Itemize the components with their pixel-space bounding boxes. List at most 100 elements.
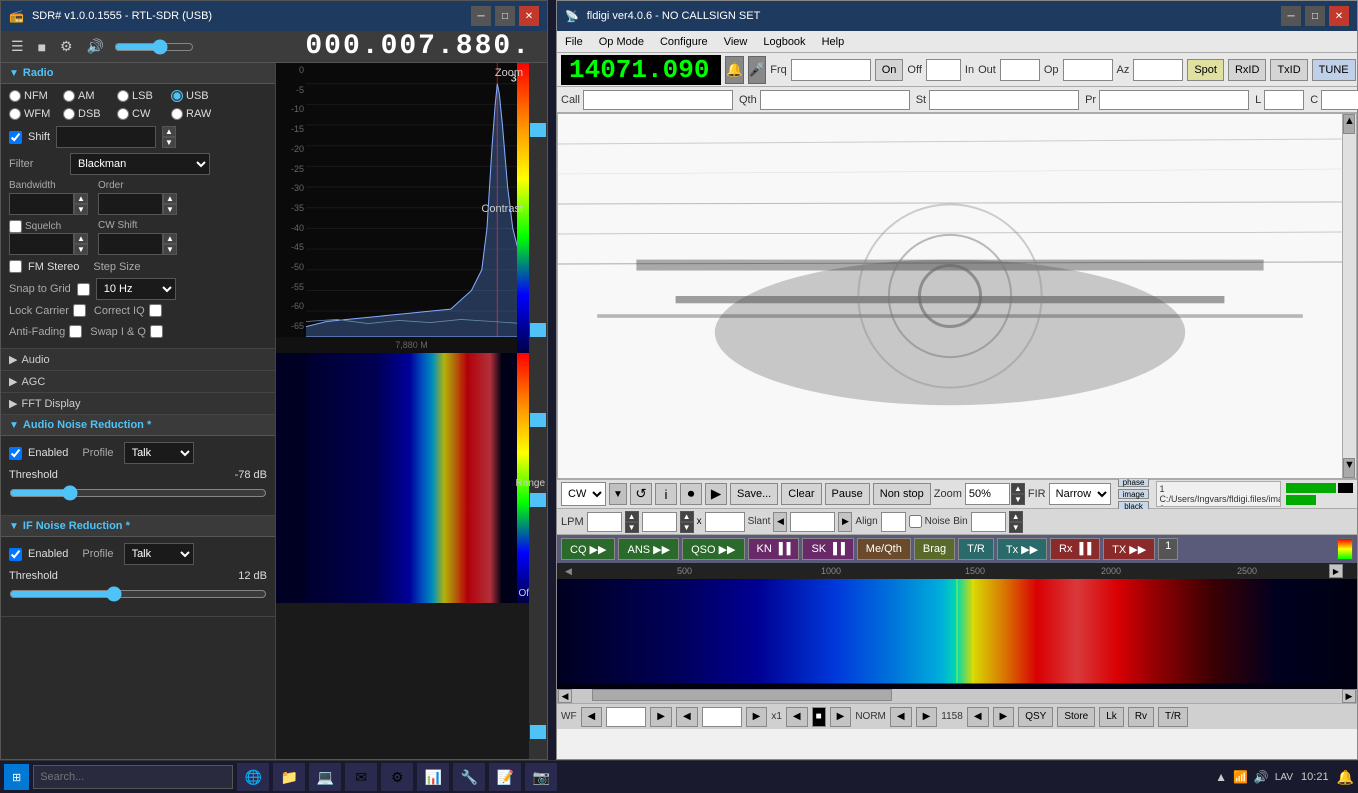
shift-label[interactable]: Shift <box>28 131 50 143</box>
record-button[interactable]: ⏺ <box>680 483 702 505</box>
audio-section[interactable]: ▶ Audio <box>1 349 275 371</box>
taskbar-email-icon[interactable]: ✉ <box>345 763 377 791</box>
sdr-right-scrollbar[interactable] <box>529 63 547 759</box>
mode-lsb-radio[interactable] <box>117 90 129 102</box>
shift-up-button[interactable]: ▲ <box>162 126 176 137</box>
brag-button[interactable]: Brag <box>914 538 955 560</box>
qso-button[interactable]: QSO ▶▶ <box>682 538 744 560</box>
store-button[interactable]: Store <box>1057 707 1095 727</box>
prev-norm-button[interactable]: ◀ <box>890 707 912 727</box>
notification-button[interactable]: 🔔 <box>1337 769 1354 786</box>
menu-file[interactable]: File <box>557 34 591 50</box>
lpm-down[interactable]: ▼ <box>625 522 639 533</box>
bin-up[interactable]: ▲ <box>1009 511 1023 522</box>
lpm-v2-down[interactable]: ▼ <box>680 522 694 533</box>
mode-dsb[interactable]: DSB <box>63 108 113 120</box>
spot-button[interactable]: Spot <box>1187 59 1224 81</box>
mode-raw-radio[interactable] <box>171 108 183 120</box>
lpm-v2-up[interactable]: ▲ <box>680 511 694 522</box>
mode-cw-radio[interactable] <box>117 108 129 120</box>
kn-button[interactable]: KN ▐▐ <box>748 538 800 560</box>
rx-scroll-up[interactable]: ▲ <box>1343 114 1355 134</box>
off-input[interactable]: 0721 <box>926 59 961 81</box>
cq-button[interactable]: CQ ▶▶ <box>561 538 615 560</box>
lpm-v2-input[interactable]: 432 <box>642 512 677 532</box>
slant-left[interactable]: ◀ <box>773 512 787 532</box>
if-noise-enabled-label[interactable]: Enabled <box>28 548 68 560</box>
sdr-maximize-button[interactable]: □ <box>495 6 515 26</box>
fldigi-close-button[interactable]: ✕ <box>1329 6 1349 26</box>
info-button[interactable]: i <box>655 483 677 505</box>
az-input[interactable] <box>1133 59 1183 81</box>
wf-next2-button[interactable]: ▶ <box>746 707 768 727</box>
zoom-up[interactable]: ▲ <box>1011 483 1025 494</box>
meqth-button[interactable]: Me/Qth <box>857 538 911 560</box>
if-noise-header[interactable]: ▼ IF Noise Reduction * <box>1 516 275 537</box>
bandwidth-input[interactable]: 2220 <box>9 193 74 215</box>
scroll-thumb[interactable] <box>592 689 892 701</box>
rv-button[interactable]: Rv <box>1128 707 1154 727</box>
snap-select[interactable]: 10 Hz <box>96 278 176 300</box>
qsy-button[interactable]: QSY <box>1018 707 1053 727</box>
volume-icon[interactable]: 🔊 <box>83 36 108 57</box>
if-noise-enabled-checkbox[interactable] <box>9 548 22 561</box>
wf-val2-input[interactable]: 27 <box>702 707 742 727</box>
mode-am-radio[interactable] <box>63 90 75 102</box>
if-noise-profile-select[interactable]: Talk <box>124 543 194 565</box>
out-input[interactable] <box>1000 59 1040 81</box>
squelch-checkbox[interactable] <box>9 220 22 233</box>
mode-cw[interactable]: CW <box>117 108 167 120</box>
agc-section[interactable]: ▶ AGC <box>1 371 275 393</box>
stop-icon[interactable]: ■ <box>34 37 50 57</box>
mode-wfm-label[interactable]: WFM <box>24 108 50 120</box>
audio-noise-profile-select[interactable]: Talk <box>124 442 194 464</box>
tr-button[interactable]: T/R <box>958 538 994 560</box>
mode-nfm[interactable]: NFM <box>9 90 59 102</box>
lk-button[interactable]: Lk <box>1099 707 1124 727</box>
fft-section[interactable]: ▶ FFT Display <box>1 393 275 415</box>
refresh-button[interactable]: ↺ <box>630 483 652 505</box>
next-norm-button[interactable]: ▶ <box>916 707 938 727</box>
mode-nfm-label[interactable]: NFM <box>24 90 48 102</box>
shift-input[interactable]: -99 991 950 <box>56 126 156 148</box>
on-button[interactable]: On <box>875 59 904 81</box>
taskbar-extra3-icon[interactable]: 📝 <box>489 763 521 791</box>
taskbar-settings-icon[interactable]: ⚙ <box>381 763 413 791</box>
slant-input[interactable]: 0.000 <box>790 512 835 532</box>
mode-cw-label[interactable]: CW <box>132 108 150 120</box>
correct-iq-checkbox[interactable] <box>149 304 162 317</box>
squelch-up-button[interactable]: ▲ <box>74 233 88 244</box>
taskbar-extra4-icon[interactable]: 📷 <box>525 763 557 791</box>
sk-button[interactable]: SK ▐▐ <box>802 538 853 560</box>
nonstop-button[interactable]: Non stop <box>873 483 931 505</box>
tx-btn-button[interactable]: Tx ▶▶ <box>997 538 1047 560</box>
fm-stereo-checkbox[interactable] <box>9 260 22 273</box>
anti-fading-checkbox[interactable] <box>69 325 82 338</box>
lpm-v3-input[interactable]: 1809 <box>705 512 745 532</box>
menu-opmode[interactable]: Op Mode <box>591 34 652 50</box>
taskbar-files-icon[interactable]: 📁 <box>273 763 305 791</box>
bin-input[interactable]: 128 <box>971 512 1006 532</box>
qth-input[interactable] <box>760 90 910 110</box>
mode-am-label[interactable]: AM <box>78 90 95 102</box>
slant-right[interactable]: ▶ <box>838 512 852 532</box>
mode-dropdown-button[interactable]: ▼ <box>609 483 627 505</box>
ans-button[interactable]: ANS ▶▶ <box>618 538 679 560</box>
tune-button[interactable]: TUNE <box>1312 59 1356 81</box>
sdr-minimize-button[interactable]: ─ <box>471 6 491 26</box>
cwshift-input[interactable]: 1000 <box>98 233 163 255</box>
l-input[interactable] <box>1264 90 1304 110</box>
c-input[interactable] <box>1321 90 1358 110</box>
rx-scrollbar[interactable]: ▲ ▼ <box>1342 114 1356 478</box>
align-input[interactable] <box>881 512 906 532</box>
fldigi-minimize-button[interactable]: ─ <box>1281 6 1301 26</box>
menu-logbook[interactable]: Logbook <box>755 34 813 50</box>
save-button[interactable]: Save... <box>730 483 778 505</box>
bandwidth-up-button[interactable]: ▲ <box>74 193 88 204</box>
if-noise-threshold-slider[interactable] <box>9 586 267 602</box>
op-input[interactable] <box>1063 59 1113 81</box>
lock-carrier-checkbox[interactable] <box>73 304 86 317</box>
wf-val1-input[interactable]: -33 <box>606 707 646 727</box>
mode-raw[interactable]: RAW <box>171 108 221 120</box>
wf-scroll-right[interactable]: ▶ <box>1329 564 1343 578</box>
